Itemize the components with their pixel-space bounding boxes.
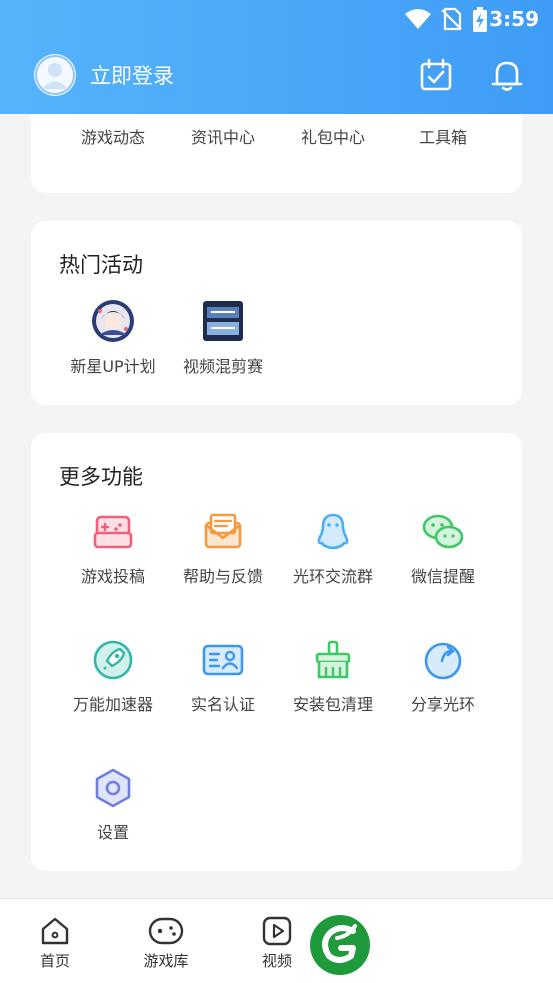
feature-share[interactable]: 分享光环 [388,639,498,715]
broom-icon [315,640,351,679]
activity-label: 新星UP计划 [70,357,156,376]
calendar-check-icon[interactable] [419,58,453,92]
activity-video-remix[interactable]: 视频混剪赛 [168,299,278,377]
wechat-icon [422,514,464,549]
grid-item-label: 资讯中心 [190,128,255,147]
status-bar: 3:59 [0,0,553,38]
feature-accelerator[interactable]: 万能加速器 [58,639,168,715]
feature-real-name-auth[interactable]: 实名认证 [168,639,278,715]
quick-entry-card: 游戏动态 资讯中心 礼包中心 工具箱 [31,114,522,193]
activity-new-star-up[interactable]: 新星UP计划 [58,299,168,377]
feature-label: 分享光环 [410,695,475,714]
grid-item-label: 礼包中心 [300,128,365,147]
grid-item-label: 游戏动态 [80,128,145,147]
settings-hex-icon [95,768,131,808]
feature-settings[interactable]: 设置 [58,767,168,843]
feature-wechat-reminder[interactable]: 微信提醒 [388,511,498,587]
login-area[interactable]: 立即登录 [34,54,174,96]
grid-item-label: 工具箱 [418,128,467,147]
nav-home[interactable]: 首页 [15,915,95,971]
more-features-card: 更多功能 游戏投稿 帮助与反馈 光环交流群 微信提醒 万能加速器 实名认证 安装… [31,433,522,871]
rocket-icon [93,640,133,680]
section-title: 更多功能 [59,465,143,489]
nav-game-library[interactable]: 游戏库 [126,915,206,971]
feature-label: 光环交流群 [292,567,373,586]
status-time: 3:59 [489,7,539,31]
home-icon [41,917,69,945]
default-avatar-icon [35,55,75,95]
nav-label: 游戏库 [143,952,189,970]
avatar[interactable] [34,54,76,96]
feature-label: 万能加速器 [72,695,153,714]
feature-label: 安装包清理 [292,695,373,714]
video-remix-contest-icon [203,301,243,341]
wifi-icon [405,9,431,29]
login-link[interactable]: 立即登录 [90,60,174,90]
feature-game-submission[interactable]: 游戏投稿 [58,511,168,587]
grid-item-toolbox[interactable]: 工具箱 [388,114,498,148]
game-submission-icon [93,515,133,549]
app-header: 3:59 立即登录 [0,0,553,114]
feature-label: 设置 [96,823,129,842]
nav-video[interactable]: 视频 [237,915,317,971]
id-card-icon [202,644,244,676]
bell-icon[interactable] [490,58,524,92]
section-title: 热门活动 [59,253,143,277]
feature-community-group[interactable]: 光环交流群 [278,511,388,587]
nav-label: 视频 [261,952,292,970]
scroll-content[interactable]: 游戏动态 资讯中心 礼包中心 工具箱 热门活动 新星UP计划 视频混剪赛 更多功… [0,114,553,898]
nav-label: 首页 [39,952,70,970]
new-star-up-plan-icon [92,300,134,342]
help-feedback-icon [204,513,242,549]
feature-label: 帮助与反馈 [182,567,263,586]
feature-label: 实名认证 [190,695,255,714]
qq-penguin-icon [317,513,349,550]
feature-package-cleanup[interactable]: 安装包清理 [278,639,388,715]
no-sim-icon [441,7,462,31]
video-icon [262,916,292,946]
feature-label: 游戏投稿 [80,567,145,586]
activity-label: 视频混剪赛 [182,357,263,376]
grid-item-info-center[interactable]: 资讯中心 [168,114,278,148]
game-library-icon [148,917,184,945]
hot-activities-card: 热门活动 新星UP计划 视频混剪赛 [31,221,522,405]
halo-brand-logo-icon[interactable] [309,914,371,976]
grid-item-gift-center[interactable]: 礼包中心 [278,114,388,148]
grid-item-game-news[interactable]: 游戏动态 [58,114,168,148]
share-icon [424,642,462,680]
bottom-navigation: 首页 游戏库 视频 [0,898,553,983]
battery-charging-icon [473,7,487,32]
feature-label: 微信提醒 [410,567,475,586]
feature-help-feedback[interactable]: 帮助与反馈 [168,511,278,587]
